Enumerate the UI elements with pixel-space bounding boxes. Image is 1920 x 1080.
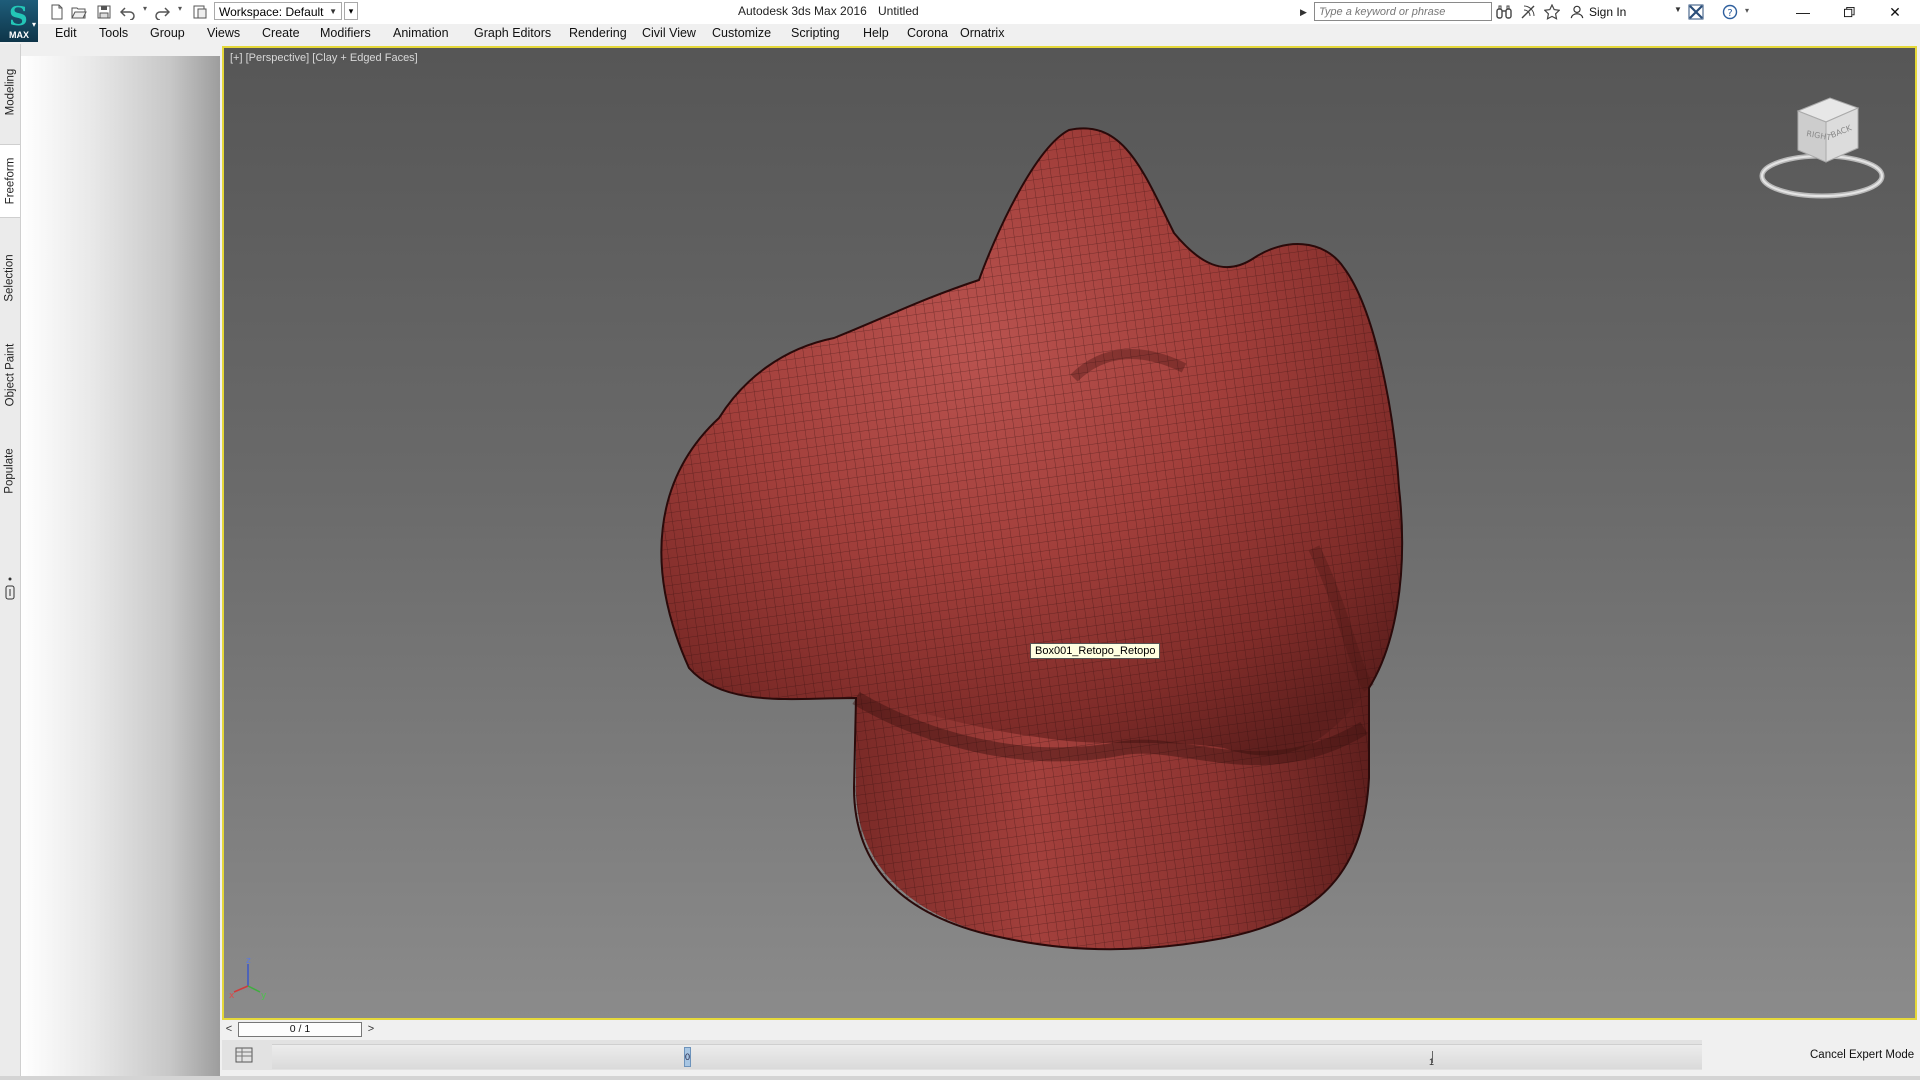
time-slider-next-button[interactable]: > [364,1022,378,1037]
help-dropdown-arrow-icon[interactable]: ▾ [1745,6,1749,15]
menu-tools[interactable]: Tools [99,26,128,40]
infocenter-search-input[interactable] [1314,2,1492,21]
redo-history-arrow-icon[interactable]: ▾ [178,4,182,13]
open-file-icon[interactable] [70,3,88,21]
search-expand-arrow-icon[interactable]: ▶ [1300,3,1312,21]
menu-create[interactable]: Create [262,26,300,40]
redo-icon[interactable] [153,3,171,21]
mesh-object[interactable] [224,48,1915,1018]
application-menu-button[interactable]: S ▾ MAX [0,0,38,42]
title-bar: S ▾ MAX ▾ ▾ Workspace: Default ▼ ▾ Autod… [0,0,1920,42]
menu-scripting[interactable]: Scripting [791,26,840,40]
chevron-down-icon: ▼ [329,7,337,16]
menu-graph-editors[interactable]: Graph Editors [474,26,551,40]
cancel-expert-mode-button[interactable]: Cancel Expert Mode [1800,1040,1920,1070]
menu-modifiers[interactable]: Modifiers [320,26,371,40]
chevron-down-icon[interactable]: ▼ [1674,5,1682,14]
svg-text:?: ? [1727,8,1732,19]
menu-ornatrix[interactable]: Ornatrix [960,26,1004,40]
status-bar-edge [0,1076,1920,1080]
minimize-icon[interactable]: — [1780,0,1826,24]
app-title: Autodesk 3ds Max 2016 [738,4,867,18]
user-icon [1570,5,1584,19]
axis-z-label: z [246,956,251,966]
menu-group[interactable]: Group [150,26,185,40]
menu-rendering[interactable]: Rendering [569,26,627,40]
time-slider[interactable]: < 0 / 1 > [222,1020,1917,1040]
perspective-viewport[interactable]: [+] [Perspective] [Clay + Edged Faces] B… [222,46,1917,1020]
time-slider-thumb[interactable]: 0 / 1 [238,1022,362,1037]
mesh-body[interactable] [624,108,1444,968]
axis-x-label: x [229,991,235,1001]
menu-customize[interactable]: Customize [712,26,771,40]
undo-icon[interactable] [119,3,137,21]
ribbon-side-tabs: Modeling Freeform Selection Object Paint… [0,44,21,1080]
sign-in-label: Sign In [1589,5,1627,19]
binoculars-icon[interactable] [1494,3,1514,21]
max-logo-icon: S [9,2,28,32]
close-icon[interactable]: ✕ [1872,0,1918,24]
favorites-star-icon[interactable] [1542,3,1562,21]
communication-center-icon[interactable] [1518,3,1538,21]
autodesk-exchange-icon[interactable] [1686,3,1706,21]
track-bar-row: 0 1 [222,1040,1702,1070]
ribbon-panel [21,56,220,1080]
axis-y-label: y [261,991,267,1001]
project-folder-icon[interactable] [191,3,209,21]
tab-modeling[interactable]: Modeling [0,56,20,128]
logo-label: MAX [9,30,29,40]
viewport-pov-menu[interactable]: [Perspective] [246,52,310,64]
sign-in-button[interactable]: Sign In [1570,3,1626,21]
current-frame-label: 0 [684,1052,690,1062]
frame-tick-label: 1 [1429,1057,1435,1067]
workspace-dropdown[interactable]: Workspace: Default ▼ [214,2,342,20]
axis-tripod: z x y [229,956,267,1001]
viewport-general-menu[interactable]: [+] [230,52,243,64]
document-title: Untitled [878,4,919,18]
tab-object-paint[interactable]: Object Paint [0,328,20,422]
undo-history-arrow-icon[interactable]: ▾ [143,4,147,13]
viewport-label-menu[interactable]: [+] [Perspective] [Clay + Edged Faces] [230,52,418,64]
main-menu-bar: Edit Tools Group Views Create Modifiers … [38,24,1920,44]
tab-selection[interactable]: Selection [0,242,20,314]
tab-freeform[interactable]: Freeform [0,144,20,218]
workspace-dropdown-label: Workspace: Default [219,5,324,19]
time-slider-prev-button[interactable]: < [222,1022,236,1037]
viewcube[interactable]: RIGHT BACK [1758,96,1888,206]
object-name-tooltip: Box001_Retopo_Retopo [1030,643,1161,659]
track-bar[interactable]: 0 1 [272,1044,1702,1069]
help-icon[interactable]: ? [1720,3,1740,21]
tab-populate[interactable]: Populate [0,436,20,506]
chevron-down-icon: ▾ [31,20,36,29]
menu-corona[interactable]: Corona [907,26,948,40]
menu-civil-view[interactable]: Civil View [642,26,696,40]
mini-curve-editor-icon[interactable] [234,1046,254,1064]
menu-help[interactable]: Help [863,26,889,40]
ribbon-minimize-icon[interactable] [5,576,15,602]
restore-icon[interactable] [1826,0,1872,24]
viewport-shading-menu[interactable]: [Clay + Edged Faces] [312,52,417,64]
menu-animation[interactable]: Animation [393,26,449,40]
menu-edit[interactable]: Edit [55,26,77,40]
save-icon[interactable] [95,3,113,21]
quick-access-customize-button[interactable]: ▾ [344,2,358,20]
menu-views[interactable]: Views [207,26,240,40]
new-file-icon[interactable] [48,3,66,21]
